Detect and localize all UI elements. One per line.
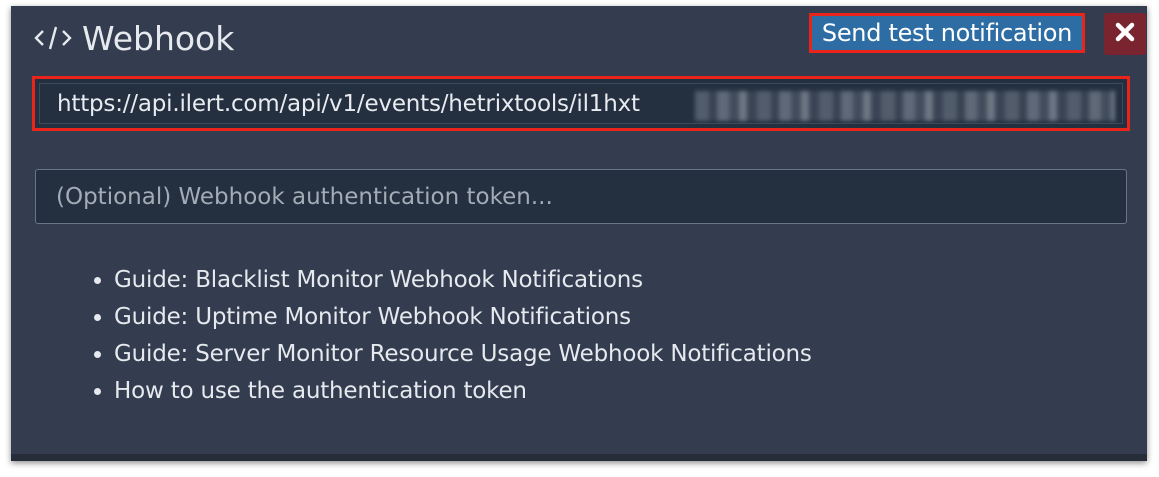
panel-header: Webhook bbox=[34, 14, 234, 62]
list-item: Guide: Blacklist Monitor Webhook Notific… bbox=[114, 262, 812, 299]
guide-link-server-resource[interactable]: Guide: Server Monitor Resource Usage Web… bbox=[114, 341, 812, 367]
webhook-url-value: https://api.ilert.com/api/v1/events/hetr… bbox=[57, 90, 640, 117]
send-test-notification-label: Send test notification bbox=[821, 19, 1073, 47]
webhook-url-input[interactable]: https://api.ilert.com/api/v1/events/hetr… bbox=[39, 83, 1123, 124]
list-item: How to use the authentication token bbox=[114, 373, 812, 410]
webhook-panel: Webhook Send test notification https://a… bbox=[11, 6, 1147, 461]
guide-link-uptime[interactable]: Guide: Uptime Monitor Webhook Notificati… bbox=[114, 304, 631, 330]
guide-link-auth-token[interactable]: How to use the authentication token bbox=[114, 378, 527, 404]
redacted-url-segment bbox=[695, 91, 1115, 121]
panel-title: Webhook bbox=[82, 18, 235, 58]
auth-token-input[interactable] bbox=[35, 169, 1127, 224]
code-icon bbox=[34, 23, 72, 53]
close-button[interactable] bbox=[1104, 13, 1146, 55]
guide-link-blacklist[interactable]: Guide: Blacklist Monitor Webhook Notific… bbox=[114, 267, 643, 293]
guide-list: Guide: Blacklist Monitor Webhook Notific… bbox=[88, 262, 812, 410]
webhook-url-field[interactable]: https://api.ilert.com/api/v1/events/hetr… bbox=[32, 76, 1130, 131]
close-icon bbox=[1115, 22, 1135, 46]
list-item: Guide: Server Monitor Resource Usage Web… bbox=[114, 336, 812, 373]
list-item: Guide: Uptime Monitor Webhook Notificati… bbox=[114, 299, 812, 336]
send-test-notification-button[interactable]: Send test notification bbox=[809, 13, 1085, 53]
